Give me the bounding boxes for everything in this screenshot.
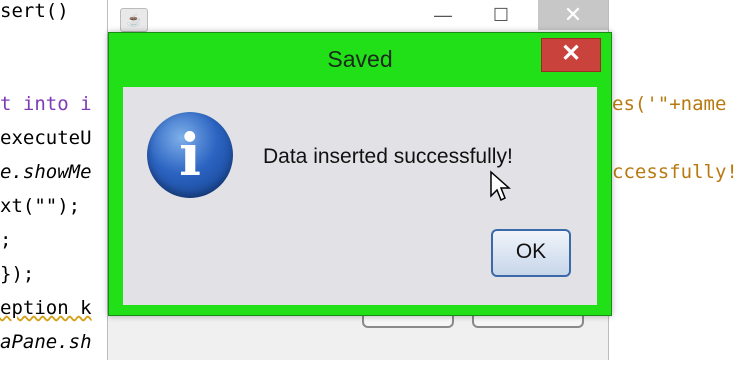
code-line: e.showMe [0, 161, 92, 183]
dialog-message: Data inserted successfully! [263, 145, 513, 168]
code-line: t into i [0, 93, 92, 115]
close-icon[interactable]: ✕ [538, 0, 608, 30]
dialog-body: i Data inserted successfully! OK [123, 87, 597, 305]
code-line: aPane.sh [0, 331, 92, 353]
info-icon: i [147, 112, 233, 198]
minimize-icon[interactable]: — [420, 0, 466, 30]
java-icon: ☕ [120, 8, 148, 32]
ok-button[interactable]: OK [491, 229, 571, 277]
close-button[interactable]: ✕ [541, 38, 601, 72]
code-line: }); [0, 263, 35, 285]
code-line: ; [0, 229, 12, 251]
info-icon-letter: i [178, 121, 202, 189]
parent-titlebar: ☕ — ☐ ✕ [108, 0, 608, 36]
code-fragment: ccessfully! [612, 161, 738, 183]
mouse-cursor-icon [490, 170, 511, 202]
code-line: sert() [0, 0, 69, 22]
code-line: executeU [0, 127, 92, 149]
message-dialog: Saved ✕ i Data inserted successfully! OK [108, 32, 612, 316]
code-fragment: es('"+name [612, 93, 727, 115]
dialog-title: Saved [327, 46, 393, 72]
code-line: xt(""); [0, 195, 81, 217]
maximize-icon[interactable]: ☐ [478, 0, 524, 30]
code-line: eption k [0, 297, 92, 319]
